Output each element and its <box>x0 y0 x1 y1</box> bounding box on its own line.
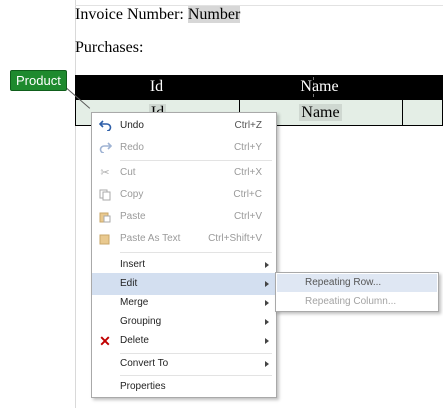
menu-item-label: Copy <box>120 189 144 200</box>
menu-shortcut: Ctrl+Y <box>233 142 262 153</box>
purchases-label: Purchases: <box>75 39 144 56</box>
menu-item-label: Delete <box>120 335 149 346</box>
menu-item-cut[interactable]: ✂ Cut Ctrl+X <box>92 162 276 184</box>
menu-item-label: Cut <box>120 167 136 178</box>
row-divider <box>402 100 403 125</box>
menu-shortcut: Ctrl+V <box>233 211 262 222</box>
submenu-item-label: Repeating Column... <box>305 296 397 307</box>
menu-item-label: Redo <box>120 142 144 153</box>
redo-icon <box>98 142 112 154</box>
scissors-icon: ✂ <box>100 167 110 179</box>
menu-shortcut: Ctrl+Shift+V <box>208 233 262 244</box>
invoice-line[interactable]: Invoice Number: Number <box>75 6 241 24</box>
header-cell-name[interactable]: Name <box>238 75 401 99</box>
menu-separator <box>120 252 272 253</box>
page-margin-line <box>75 0 76 408</box>
header-cell-id[interactable]: Id <box>75 75 238 99</box>
invoice-number-field[interactable]: Number <box>187 6 241 23</box>
submenu-arrow-icon <box>265 338 269 344</box>
submenu-arrow-icon <box>265 361 269 367</box>
submenu-arrow-icon <box>265 262 269 268</box>
menu-item-copy[interactable]: Copy Ctrl+C <box>92 184 276 206</box>
menu-item-label: Undo <box>120 120 144 131</box>
menu-item-convert-to[interactable]: Convert To <box>92 353 276 375</box>
menu-shortcut: Ctrl+C <box>233 189 262 200</box>
delete-x-icon: ✕ <box>99 333 111 349</box>
submenu-arrow-icon <box>265 300 269 306</box>
table-header-row[interactable]: Id Name <box>75 75 443 99</box>
menu-item-redo[interactable]: Redo Ctrl+Y <box>92 137 276 159</box>
menu-item-paste-as-text[interactable]: Paste As Text Ctrl+Shift+V <box>92 228 276 250</box>
menu-item-label: Paste As Text <box>120 233 181 244</box>
submenu-arrow-icon <box>265 319 269 325</box>
name-field[interactable]: Name <box>299 104 342 121</box>
menu-item-properties[interactable]: Properties <box>92 376 276 398</box>
paste-icon <box>98 211 112 223</box>
menu-shortcut: Ctrl+X <box>233 167 262 178</box>
menu-item-label: Convert To <box>120 358 169 369</box>
menu-item-label: Paste <box>120 211 146 222</box>
menu-item-label: Properties <box>120 381 166 392</box>
menu-item-delete[interactable]: ✕ Delete <box>92 330 276 352</box>
invoice-label: Invoice Number: <box>75 6 184 23</box>
menu-shortcut: Ctrl+Z <box>234 120 263 131</box>
edit-submenu: Repeating Row... Repeating Column... <box>275 272 439 312</box>
menu-separator <box>120 160 272 161</box>
submenu-item-repeating-row[interactable]: Repeating Row... <box>277 274 437 292</box>
submenu-item-label: Repeating Row... <box>305 277 382 288</box>
paste-text-icon <box>98 233 112 245</box>
menu-item-paste[interactable]: Paste Ctrl+V <box>92 206 276 228</box>
copy-icon <box>98 189 112 201</box>
menu-item-undo[interactable]: Undo Ctrl+Z <box>92 115 276 137</box>
undo-icon <box>98 120 112 132</box>
context-menu: Undo Ctrl+Z Redo Ctrl+Y ✂ Cut Ctrl+X Cop… <box>91 112 277 398</box>
product-region-tag[interactable]: Product <box>10 70 67 91</box>
submenu-item-repeating-column[interactable]: Repeating Column... <box>277 293 437 311</box>
submenu-arrow-icon <box>265 281 269 287</box>
